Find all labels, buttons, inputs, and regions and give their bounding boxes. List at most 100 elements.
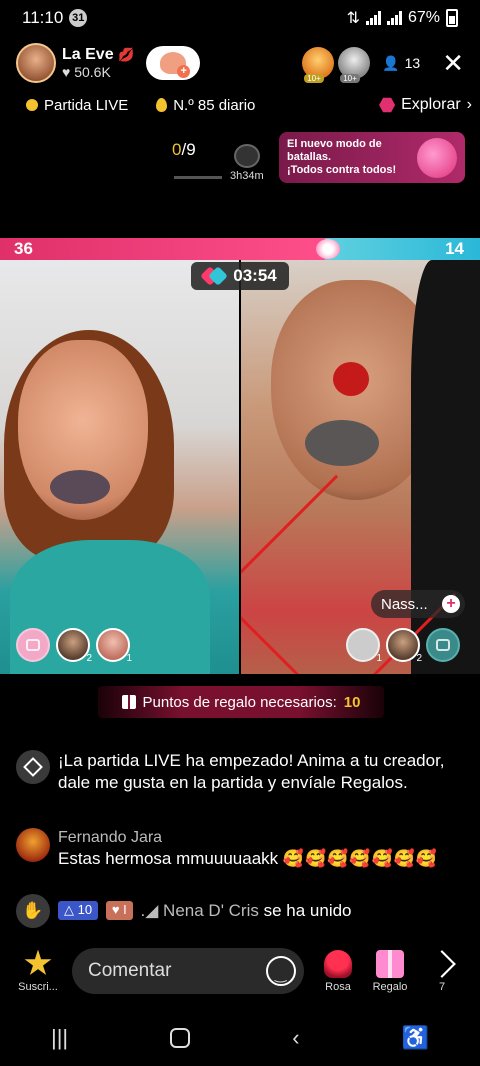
- top-viewer-1[interactable]: 10+: [302, 47, 335, 83]
- rose-gift-button[interactable]: Rosa: [312, 949, 364, 993]
- battery-icon: [446, 9, 458, 27]
- data-icon: ⇅: [346, 10, 360, 27]
- viewer-level-badge: 10+: [304, 74, 324, 83]
- system-icon: [16, 750, 50, 784]
- share-button[interactable]: 7: [416, 949, 468, 993]
- viewer-count[interactable]: 👤 13: [382, 55, 420, 72]
- comment-placeholder: Comentar: [88, 960, 172, 981]
- chat-text: Estas hermosa mmuuuuaakk: [58, 849, 279, 869]
- system-message-text: ¡La partida LIVE ha empezado! Anima a tu…: [58, 751, 445, 792]
- chat-system-message: ¡La partida LIVE ha empezado! Anima a tu…: [16, 750, 464, 794]
- host-avatar[interactable]: [16, 43, 56, 83]
- host-likes: 50.6K: [74, 64, 111, 81]
- lips-icon: 💋: [118, 46, 135, 62]
- ranking-avatar: [233, 144, 260, 168]
- subscribe-button[interactable]: Suscri...: [12, 949, 64, 993]
- gifter-rank: 2: [86, 653, 92, 664]
- gifter-avatar[interactable]: 1: [346, 628, 382, 664]
- viewer-level-badge: 10+: [340, 74, 360, 83]
- video-lips: [50, 470, 110, 504]
- top-viewers: 10+ 10+ 👤 13: [302, 47, 420, 83]
- close-icon[interactable]: ✕: [442, 50, 464, 76]
- viewer-count-value: 13: [404, 55, 421, 71]
- hexagon-icon: [379, 97, 396, 113]
- join-username[interactable]: .◢ Nena D' Cris: [141, 901, 259, 920]
- points-value: 10: [343, 693, 361, 711]
- chat-username[interactable]: Fernando Jara: [58, 828, 438, 848]
- gifter-rank: 1: [376, 653, 382, 664]
- goal-fraction: 0/9: [172, 140, 228, 160]
- status-bar: 11:10 31 ⇅ 67%: [0, 0, 480, 36]
- heart-gift-icon: [417, 138, 457, 178]
- host-likes-row: ♥ 50.6K: [62, 64, 134, 80]
- right-score: 14: [445, 239, 464, 258]
- ranking-timer-value: 3h34m: [230, 170, 264, 182]
- rose-icon: [324, 949, 352, 978]
- diamond-icon: [23, 757, 43, 777]
- clock: 11:10: [22, 8, 64, 27]
- seat-icon: [26, 639, 40, 651]
- gifter-avatar[interactable]: 2: [56, 628, 92, 664]
- plus-icon[interactable]: +: [442, 595, 460, 613]
- gift-box-icon: [376, 949, 404, 978]
- host-video[interactable]: [0, 260, 239, 674]
- accessibility-icon[interactable]: ♿: [402, 1025, 429, 1051]
- gifter-avatar[interactable]: 1: [96, 628, 132, 664]
- wave-icon: ✋: [16, 894, 50, 928]
- emoji-icon[interactable]: [266, 956, 296, 986]
- flame-icon: [156, 98, 168, 112]
- host-info[interactable]: La Eve 💋 ♥ 50.6K: [62, 46, 134, 80]
- heart-icon: ♥: [62, 64, 71, 81]
- chat-user-avatar[interactable]: [16, 828, 50, 862]
- join-username-text: Nena D' Cris: [163, 901, 259, 921]
- host-top-gifters: 2 1: [16, 628, 132, 664]
- daily-rank-chip[interactable]: N.º 85 diario: [156, 97, 255, 114]
- level-badge-value: 10: [77, 902, 93, 918]
- opponent-name: Nass...: [381, 595, 428, 613]
- level-badge: △ 10: [58, 901, 99, 920]
- points-label: Puntos de regalo necesarios:: [142, 693, 337, 711]
- video-nose: [333, 362, 369, 396]
- explore-chip[interactable]: Explorar ›: [379, 96, 472, 114]
- follow-button[interactable]: [146, 46, 201, 80]
- empty-gifter-slot[interactable]: [426, 628, 460, 662]
- share-count: 7: [438, 980, 446, 993]
- empty-gifter-slot[interactable]: [16, 628, 50, 662]
- gift-points-banner: Puntos de regalo necesarios: 10: [98, 686, 384, 718]
- gifter-rank: 2: [416, 653, 422, 664]
- share-icon: [428, 949, 456, 978]
- recents-icon[interactable]: |||: [51, 1025, 68, 1051]
- subscribe-label: Suscri...: [18, 980, 58, 993]
- battle-timer-value: 03:54: [233, 266, 277, 285]
- seat-icon: [436, 639, 450, 651]
- heart-plus-icon: [160, 52, 191, 78]
- coin-icon: [26, 99, 38, 111]
- person-icon: 👤: [382, 54, 400, 71]
- top-viewer-2[interactable]: 10+: [338, 47, 371, 83]
- battle-icon: [203, 269, 225, 283]
- host-name: La Eve: [62, 45, 114, 63]
- bottom-action-bar: Suscri... Comentar Rosa Regalo 7: [0, 944, 480, 998]
- chevron-right-icon: ›: [466, 96, 472, 113]
- comment-input[interactable]: Comentar: [72, 948, 304, 994]
- daily-rank-label: N.º 85 diario: [173, 96, 256, 114]
- opponent-top-gifters: 1 2: [346, 628, 460, 664]
- goal-progress[interactable]: 0/9 3h34m: [172, 140, 264, 182]
- gifter-avatar[interactable]: 2: [386, 628, 422, 664]
- host-bar: La Eve 💋 ♥ 50.6K 10+ 10+ 👤 13 ✕: [16, 42, 464, 84]
- gifter-rank: 1: [126, 653, 132, 664]
- battle-mode-promo[interactable]: El nuevo modo de batallas. ¡Todos contra…: [279, 132, 465, 183]
- signal-icon-2: [386, 11, 402, 25]
- chat-emojis: 🥰🥰🥰🥰🥰🥰🥰: [282, 849, 439, 869]
- gift-button[interactable]: Regalo: [364, 949, 416, 993]
- goal-progress-bar: [174, 176, 222, 179]
- chat-message-line: Estas hermosa mmuuuuaakk 🥰🥰🥰🥰🥰🥰🥰: [58, 848, 438, 870]
- fan-badge-value: I: [123, 902, 127, 918]
- back-icon[interactable]: ‹: [292, 1025, 299, 1051]
- chat-message[interactable]: Fernando Jara Estas hermosa mmuuuuaakk 🥰…: [16, 828, 464, 870]
- opponent-name-tag[interactable]: Nass... +: [371, 590, 465, 618]
- battery-percent: 67%: [407, 9, 440, 26]
- video-lips: [305, 420, 379, 466]
- home-icon[interactable]: [170, 1028, 191, 1048]
- live-match-chip[interactable]: Partida LIVE: [26, 97, 128, 114]
